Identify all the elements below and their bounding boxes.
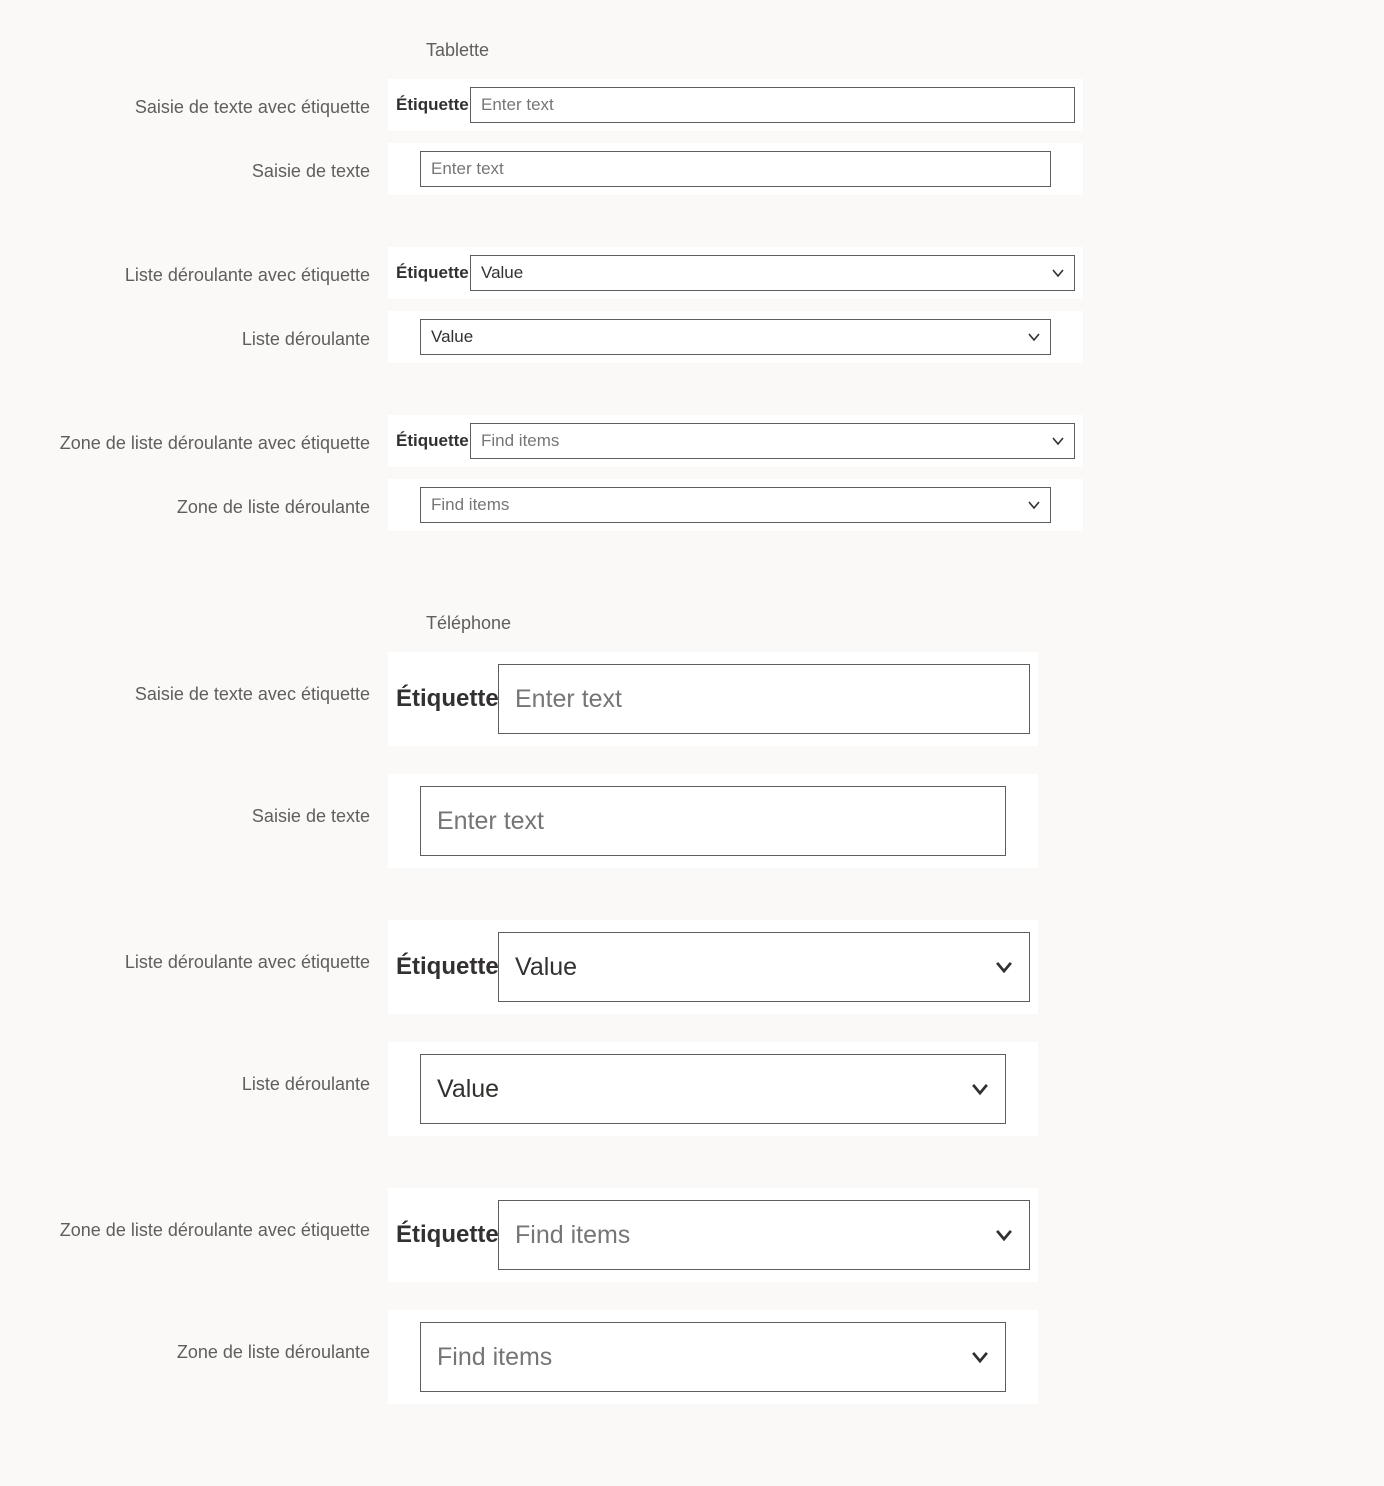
card-combo-with-label: Étiquette <box>388 415 1083 467</box>
section-heading-phone: Téléphone <box>426 613 1384 634</box>
chevron-down-icon <box>1026 329 1042 345</box>
text-input[interactable] <box>481 95 1064 115</box>
card-combo-no-label <box>388 1310 1038 1404</box>
dropdown-control[interactable]: Value <box>420 319 1051 355</box>
field-label: Étiquette <box>396 263 470 283</box>
combobox-control[interactable] <box>420 487 1051 523</box>
combobox-input[interactable] <box>515 1221 981 1250</box>
text-input-control[interactable] <box>420 786 1006 856</box>
legend-combo-with-label: Zone de liste déroulante avec étiquette <box>0 1188 388 1242</box>
text-input-control[interactable] <box>420 151 1051 187</box>
chevron-down-icon <box>1050 433 1066 449</box>
chevron-down-icon <box>969 1078 991 1100</box>
combobox-input[interactable] <box>481 431 1040 451</box>
combobox-control[interactable] <box>498 1200 1030 1270</box>
text-input-control[interactable] <box>498 664 1030 734</box>
combobox-control[interactable] <box>420 1322 1006 1392</box>
section-heading-tablet: Tablette <box>426 40 1384 61</box>
combobox-control[interactable] <box>470 423 1075 459</box>
chevron-down-icon <box>993 956 1015 978</box>
legend-dropdown-with-label: Liste déroulante avec étiquette <box>0 920 388 974</box>
legend-combo-with-label: Zone de liste déroulante avec étiquette <box>0 415 388 455</box>
card-text-with-label: Étiquette <box>388 79 1083 131</box>
combobox-input[interactable] <box>431 495 1016 515</box>
chevron-down-icon <box>993 1224 1015 1246</box>
dropdown-value: Value <box>481 263 523 283</box>
card-dropdown-with-label: Étiquette Value <box>388 247 1083 299</box>
field-label: Étiquette <box>396 431 470 451</box>
legend-dropdown-no-label: Liste déroulante <box>0 1042 388 1096</box>
legend-text-with-label: Saisie de texte avec étiquette <box>0 652 388 706</box>
card-combo-no-label <box>388 479 1083 531</box>
legend-combo-no-label: Zone de liste déroulante <box>0 1310 388 1364</box>
field-label: Étiquette <box>396 953 498 981</box>
dropdown-value: Value <box>515 953 577 982</box>
chevron-down-icon <box>1050 265 1066 281</box>
field-label: Étiquette <box>396 1221 498 1249</box>
card-text-with-label: Étiquette <box>388 652 1038 746</box>
card-text-no-label <box>388 774 1038 868</box>
field-label: Étiquette <box>396 95 470 115</box>
field-label: Étiquette <box>396 685 498 713</box>
legend-text-no-label: Saisie de texte <box>0 143 388 183</box>
text-input[interactable] <box>515 685 1013 714</box>
legend-text-no-label: Saisie de texte <box>0 774 388 828</box>
card-dropdown-no-label: Value <box>388 1042 1038 1136</box>
card-text-no-label <box>388 143 1083 195</box>
text-input[interactable] <box>431 159 1040 179</box>
legend-text-with-label: Saisie de texte avec étiquette <box>0 79 388 119</box>
text-input-control[interactable] <box>470 87 1075 123</box>
legend-combo-no-label: Zone de liste déroulante <box>0 479 388 519</box>
legend-dropdown-with-label: Liste déroulante avec étiquette <box>0 247 388 287</box>
chevron-down-icon <box>1026 497 1042 513</box>
text-input[interactable] <box>437 807 989 836</box>
dropdown-value: Value <box>431 327 473 347</box>
dropdown-control[interactable]: Value <box>470 255 1075 291</box>
dropdown-control[interactable]: Value <box>420 1054 1006 1124</box>
dropdown-value: Value <box>437 1075 499 1104</box>
chevron-down-icon <box>969 1346 991 1368</box>
dropdown-control[interactable]: Value <box>498 932 1030 1002</box>
combobox-input[interactable] <box>437 1343 957 1372</box>
card-dropdown-with-label: Étiquette Value <box>388 920 1038 1014</box>
card-combo-with-label: Étiquette <box>388 1188 1038 1282</box>
card-dropdown-no-label: Value <box>388 311 1083 363</box>
legend-dropdown-no-label: Liste déroulante <box>0 311 388 351</box>
